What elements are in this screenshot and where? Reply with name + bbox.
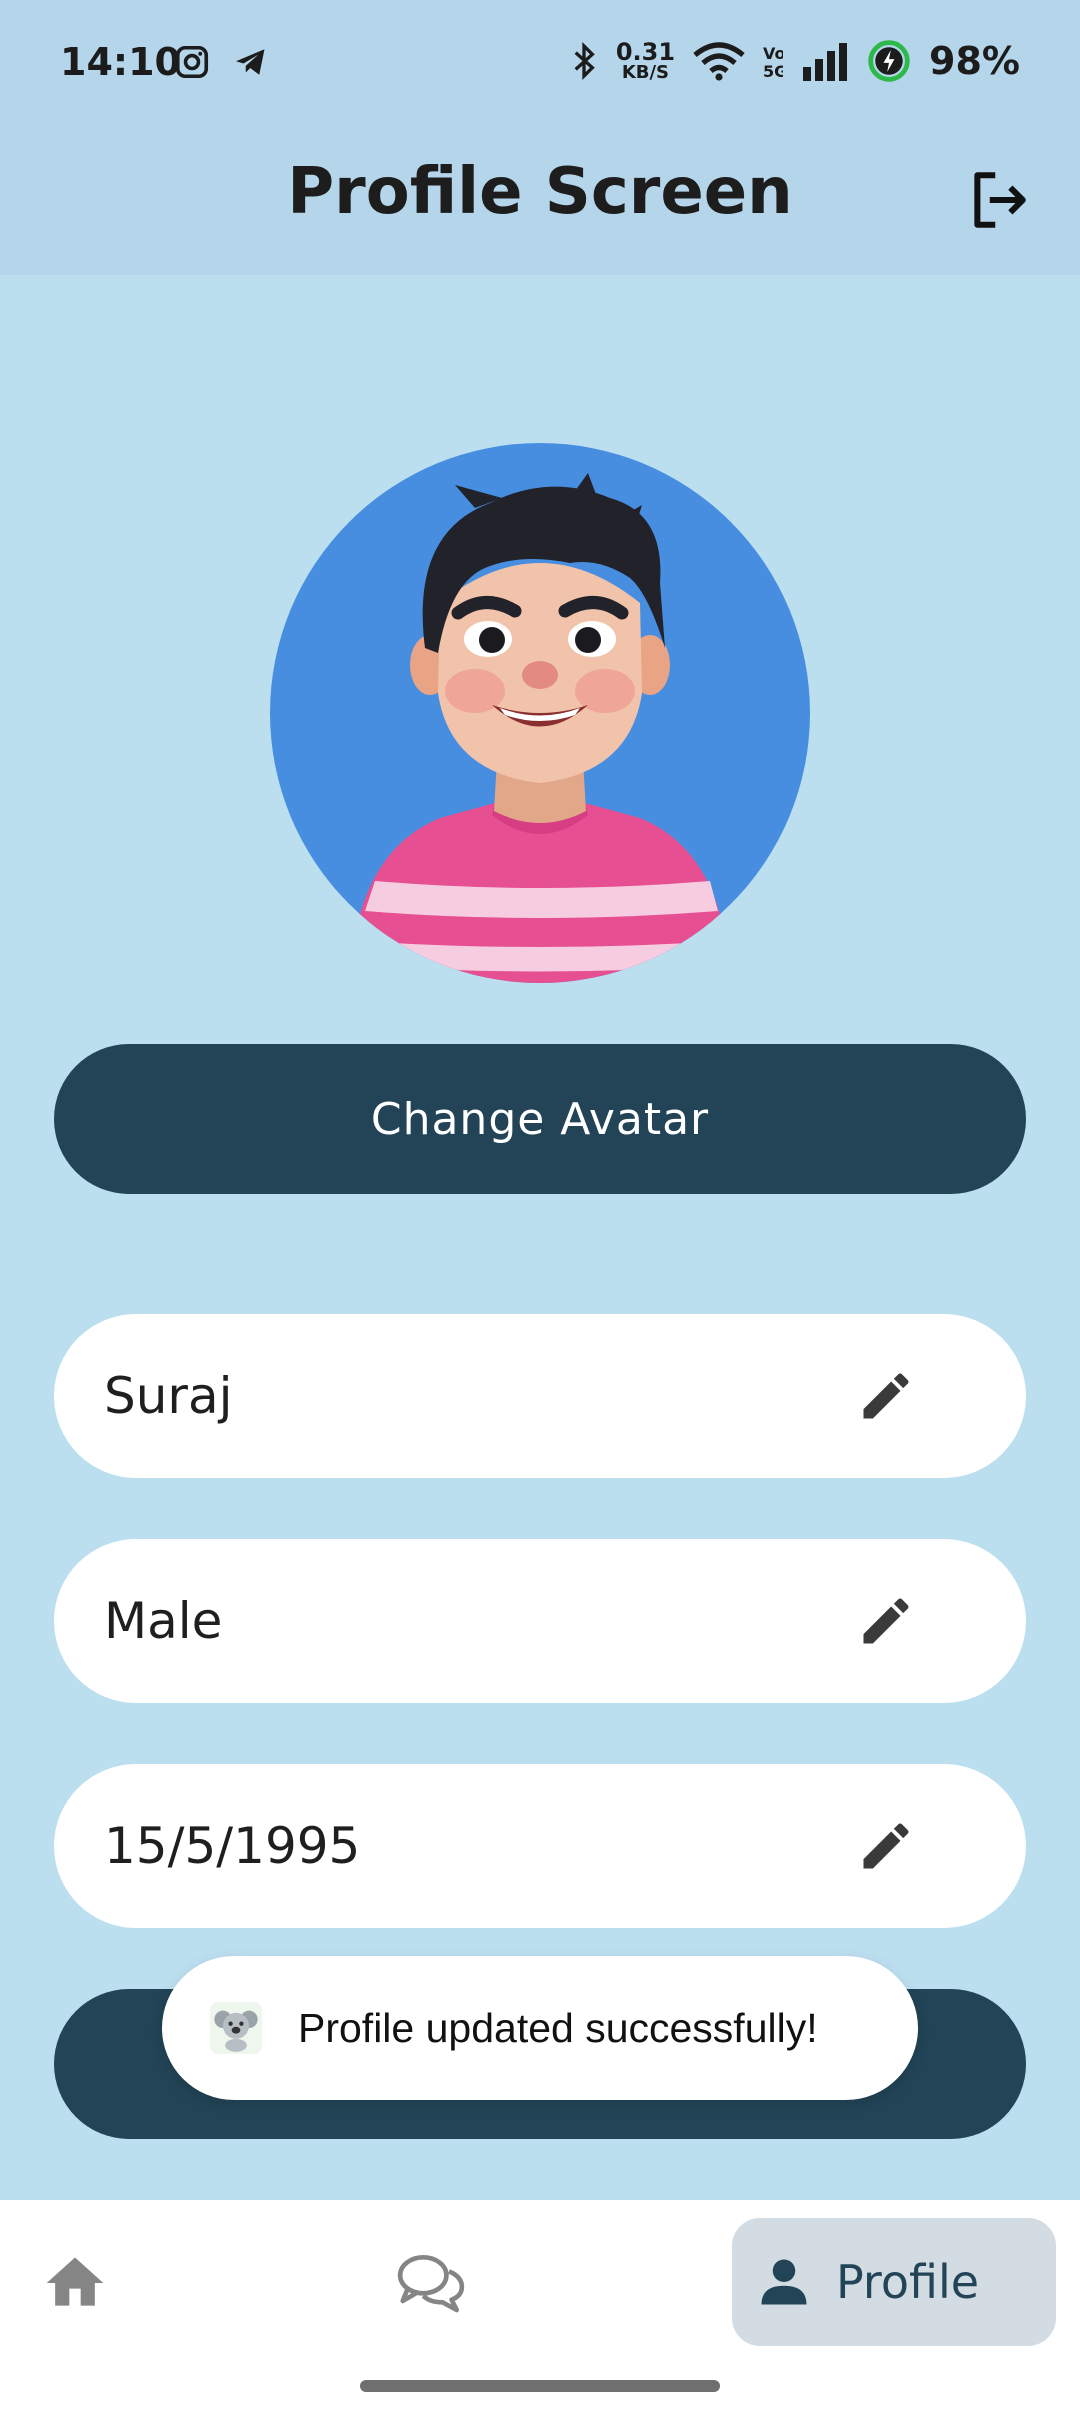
- birthdate-field[interactable]: 15/5/1995: [54, 1764, 1026, 1928]
- nav-profile-label: Profile: [836, 2255, 980, 2309]
- svg-text:Vo: Vo: [763, 44, 783, 63]
- edit-icon[interactable]: [856, 1591, 916, 1651]
- avatar-illustration: [350, 473, 730, 983]
- home-indicator[interactable]: [360, 2380, 720, 2392]
- toast-notification: Profile updated successfully!: [162, 1956, 918, 2100]
- change-avatar-button[interactable]: Change Avatar: [54, 1044, 1026, 1194]
- gender-field[interactable]: Male: [54, 1539, 1026, 1703]
- app-bar: Profile Screen: [0, 125, 1080, 275]
- toast-message: Profile updated successfully!: [298, 2004, 818, 2051]
- nav-profile[interactable]: Profile: [732, 2218, 1056, 2346]
- svg-text:5G: 5G: [763, 62, 783, 81]
- logout-icon: [974, 172, 1026, 228]
- edit-icon[interactable]: [856, 1366, 916, 1426]
- name-value: Suraj: [104, 1367, 233, 1425]
- chat-icon: [397, 2254, 465, 2313]
- network-speed: 0.31 KB/S: [615, 38, 676, 83]
- app-koala-icon: [210, 2002, 262, 2054]
- logout-button[interactable]: [958, 160, 1038, 240]
- battery-percent: 98%: [929, 39, 1020, 83]
- home-icon: [46, 2257, 104, 2306]
- telegram-icon: [236, 49, 265, 75]
- battery-charging-icon: [868, 40, 910, 82]
- page-title: Profile Screen: [287, 155, 793, 229]
- name-field[interactable]: Suraj: [54, 1314, 1026, 1478]
- status-bar: 14:10 0.31 KB/S Vo 5G: [0, 0, 1080, 125]
- gender-value: Male: [104, 1592, 223, 1650]
- birthdate-value: 15/5/1995: [104, 1817, 361, 1875]
- volte-icon: Vo 5G: [763, 44, 783, 81]
- status-time: 14:10: [60, 40, 181, 84]
- nav-chat[interactable]: [383, 2238, 479, 2328]
- wifi-icon: [693, 42, 745, 81]
- edit-icon[interactable]: [856, 1816, 916, 1876]
- instagram-icon: [175, 45, 209, 79]
- bluetooth-icon: [574, 41, 595, 81]
- signal-icon: [803, 43, 848, 81]
- avatar: [270, 443, 810, 983]
- nav-home[interactable]: [30, 2238, 120, 2328]
- person-icon: [761, 2259, 807, 2305]
